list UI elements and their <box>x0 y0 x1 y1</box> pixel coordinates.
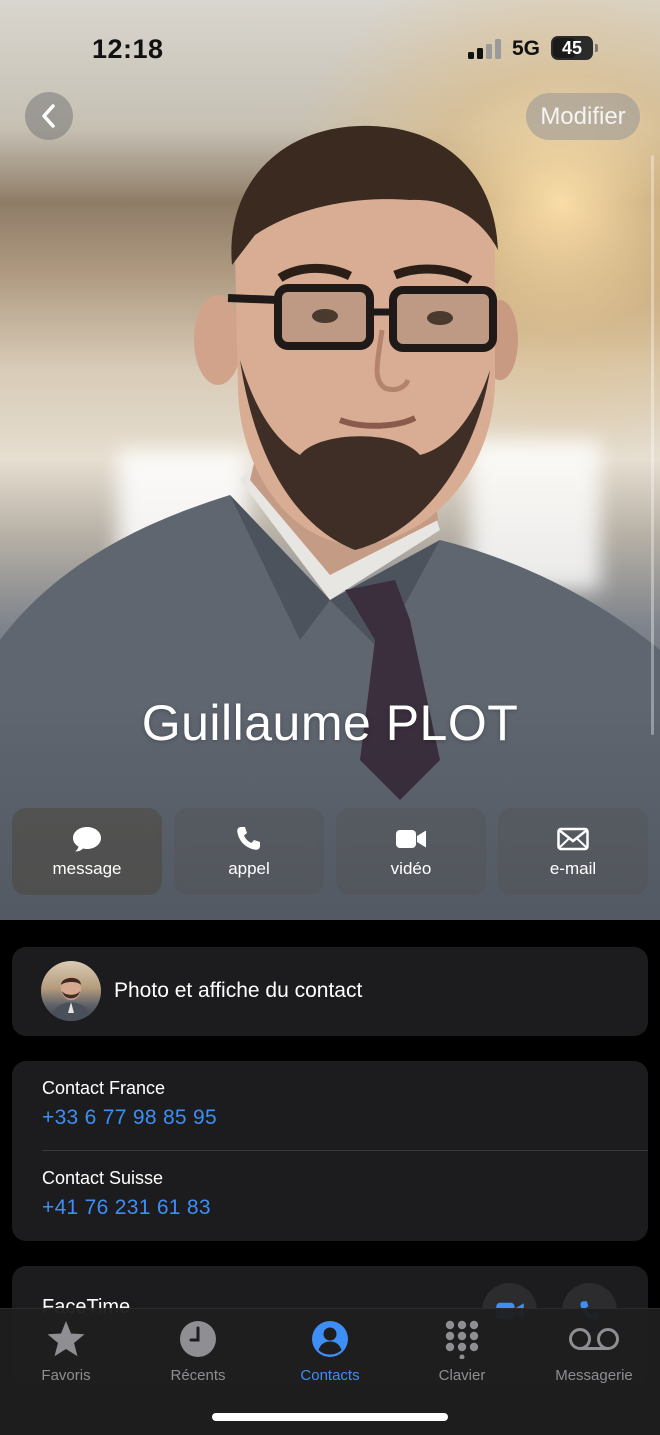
status-bar: 12:18 5G 45 <box>0 0 660 96</box>
phone-number-link[interactable]: +33 6 77 98 85 95 <box>42 1106 217 1130</box>
video-camera-icon <box>396 829 426 848</box>
message-action-label: message <box>52 858 122 878</box>
avatar <box>41 961 101 1021</box>
battery-level: 45 <box>561 38 583 58</box>
star-icon <box>47 1321 85 1357</box>
call-action-button[interactable]: appel <box>174 808 324 895</box>
phone-label: Contact Suisse <box>42 1168 164 1188</box>
photo-poster-label: Photo et affiche du contact <box>114 979 363 1002</box>
phone-number-link[interactable]: +41 76 231 61 83 <box>42 1196 211 1220</box>
message-action-button[interactable]: message <box>12 808 162 895</box>
phone-label: Contact France <box>42 1078 166 1098</box>
envelope-icon <box>557 827 589 850</box>
phone-icon <box>237 826 260 850</box>
message-bubble-icon <box>73 826 101 851</box>
video-action-button[interactable]: vidéo <box>336 808 486 895</box>
cellular-signal-icon <box>468 39 501 59</box>
scroll-indicator <box>651 155 654 735</box>
email-action-button[interactable]: e-mail <box>498 808 648 895</box>
email-action-label: e-mail <box>549 858 597 878</box>
quick-actions: message appel vidéo e-mail <box>12 808 648 895</box>
tab-clavier[interactable]: Clavier <box>396 1319 528 1389</box>
chevron-left-icon <box>42 104 55 128</box>
tab-label: Messagerie <box>555 1367 633 1384</box>
network-type: 5G <box>512 37 541 60</box>
phone-row-france[interactable]: Contact France +33 6 77 98 85 95 <box>42 1061 642 1151</box>
keypad-icon <box>445 1320 479 1359</box>
back-button[interactable] <box>25 92 73 140</box>
battery-icon: 45 <box>551 36 593 60</box>
tab-recents[interactable]: Récents <box>132 1319 264 1389</box>
edit-button[interactable]: Modifier <box>526 93 640 140</box>
person-circle-icon <box>312 1321 348 1357</box>
phone-numbers-card: Contact France +33 6 77 98 85 95 Contact… <box>12 1061 648 1241</box>
clock-icon <box>180 1321 216 1357</box>
contact-photo-poster-row[interactable]: Photo et affiche du contact <box>12 947 648 1036</box>
home-indicator <box>212 1413 448 1421</box>
status-time: 12:18 <box>92 34 164 64</box>
tab-favoris[interactable]: Favoris <box>0 1319 132 1389</box>
tab-label: Clavier <box>438 1367 486 1384</box>
tab-label: Favoris <box>41 1367 91 1384</box>
call-action-label: appel <box>228 858 270 878</box>
tab-label: Récents <box>170 1367 226 1384</box>
contact-name: Guillaume PLOT <box>141 695 519 751</box>
phone-row-suisse[interactable]: Contact Suisse +41 76 231 61 83 <box>42 1151 642 1241</box>
video-action-label: vidéo <box>390 858 432 878</box>
voicemail-icon <box>569 1328 619 1350</box>
tab-contacts[interactable]: Contacts <box>264 1319 396 1389</box>
tab-label: Contacts <box>300 1367 360 1384</box>
tab-messagerie[interactable]: Messagerie <box>528 1319 660 1389</box>
